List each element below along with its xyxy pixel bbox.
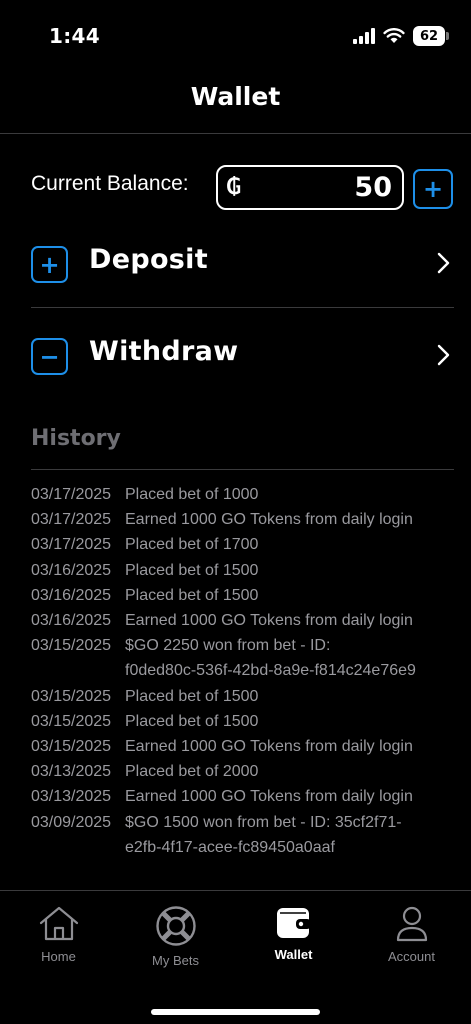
history-item: 03/15/2025 Placed bet of 1500 — [31, 684, 451, 709]
history-description: Earned 1000 GO Tokens from daily login — [125, 511, 413, 529]
status-icons: 62 — [353, 26, 449, 46]
history-date: 03/15/2025 — [31, 687, 112, 705]
wallet-icon — [276, 908, 311, 938]
page-title: Wallet — [190, 82, 281, 111]
history-item: 03/09/2025 $GO 1500 won from bet - ID: 35… — [31, 810, 451, 860]
tab-my-bets[interactable]: My Bets — [117, 905, 234, 968]
balance-label: Current Balance: — [31, 172, 189, 195]
deposit-label: Deposit — [89, 244, 208, 275]
tab-home[interactable]: Home — [0, 905, 117, 964]
header: Wallet — [0, 76, 471, 134]
history-item: 03/16/2025 Earned 1000 GO Tokens from dai… — [31, 608, 451, 633]
chevron-right-icon — [437, 252, 450, 274]
history-description: Earned 1000 GO Tokens from daily login — [125, 738, 413, 756]
history-title: History — [31, 426, 121, 451]
history-item: 03/16/2025 Placed bet of 1500 — [31, 558, 451, 583]
tab-label: Wallet — [274, 947, 313, 962]
history-date: 03/13/2025 — [31, 763, 112, 781]
history-item: 03/15/2025 $GO 2250 won from bet - ID: f0… — [31, 633, 451, 683]
history-date: 03/13/2025 — [31, 788, 112, 806]
history-description: Earned 1000 GO Tokens from daily login — [125, 788, 413, 806]
wifi-icon — [383, 28, 405, 43]
history-item: 03/15/2025 Placed bet of 1500 — [31, 709, 451, 734]
home-indicator[interactable] — [151, 1009, 320, 1015]
status-bar: 1:44 62 — [0, 0, 471, 76]
balance-value: 50 — [354, 172, 392, 203]
history-date: 03/16/2025 — [31, 586, 112, 604]
deposit-row[interactable]: + Deposit — [31, 216, 454, 308]
history-description: Placed bet of 1500 — [125, 687, 259, 705]
history-date: 03/15/2025 — [31, 637, 112, 655]
person-icon — [396, 906, 427, 942]
history-description: Placed bet of 1700 — [125, 536, 259, 554]
history-description: Placed bet of 2000 — [125, 763, 259, 781]
signal-icon — [353, 28, 375, 44]
history-description: Earned 1000 GO Tokens from daily login — [125, 612, 413, 630]
minus-icon: − — [39, 342, 60, 371]
history-item: 03/17/2025 Placed bet of 1000 — [31, 482, 451, 507]
history-date: 03/17/2025 — [31, 486, 112, 503]
balance-display: ₲ 50 — [216, 165, 404, 210]
plus-icon: + — [422, 175, 444, 203]
tab-wallet[interactable]: Wallet — [235, 905, 352, 962]
status-time: 1:44 — [49, 24, 100, 48]
history-item: 03/13/2025 Placed bet of 2000 — [31, 759, 451, 784]
chevron-right-icon — [437, 344, 450, 366]
history-date: 03/15/2025 — [31, 738, 112, 756]
history-date: 03/16/2025 — [31, 561, 112, 579]
plus-icon: + — [39, 250, 60, 279]
history-date: 03/15/2025 — [31, 712, 112, 730]
tab-account[interactable]: Account — [353, 905, 470, 964]
tab-label: My Bets — [152, 953, 199, 968]
history-item: 03/17/2025 Placed bet of 1700 — [31, 532, 451, 557]
deposit-button[interactable]: + — [31, 246, 68, 283]
history-description: Placed bet of 1500 — [125, 561, 259, 579]
withdraw-label: Withdraw — [89, 336, 239, 367]
tab-bar: Home My Bets Wallet Account — [0, 890, 471, 1024]
history-date: 03/09/2025 — [31, 813, 112, 831]
history-description: Placed bet of 1500 — [125, 586, 259, 604]
tab-label: Home — [41, 949, 76, 964]
history-description: $GO 2250 won from bet - ID: f0ded80c-536… — [125, 637, 416, 680]
withdraw-button[interactable]: − — [31, 338, 68, 375]
history-item: 03/13/2025 Earned 1000 GO Tokens from dai… — [31, 784, 451, 809]
history-description: $GO 1500 won from bet - ID: 35cf2f71- e2… — [125, 813, 402, 856]
lifebuoy-icon — [155, 906, 196, 946]
history-item: 03/15/2025 Earned 1000 GO Tokens from dai… — [31, 734, 451, 759]
history-item: 03/17/2025 Earned 1000 GO Tokens from dai… — [31, 507, 451, 532]
withdraw-row[interactable]: − Withdraw — [31, 308, 454, 400]
history-divider — [31, 469, 454, 470]
history-description: Placed bet of 1500 — [125, 712, 259, 730]
tab-label: Account — [388, 949, 435, 964]
history-date: 03/17/2025 — [31, 511, 112, 529]
history-item: 03/16/2025 Placed bet of 1500 — [31, 583, 451, 608]
history-list[interactable]: 03/17/2025 Placed bet of 1000 03/17/2025 E… — [31, 482, 451, 860]
history-date: 03/17/2025 — [31, 536, 112, 554]
history-description: Placed bet of 1000 — [125, 486, 259, 503]
currency-icon: ₲ — [226, 175, 242, 200]
battery-icon: 62 — [413, 26, 449, 46]
home-icon — [39, 906, 78, 941]
add-balance-button[interactable]: + — [413, 169, 453, 209]
history-date: 03/16/2025 — [31, 612, 112, 630]
